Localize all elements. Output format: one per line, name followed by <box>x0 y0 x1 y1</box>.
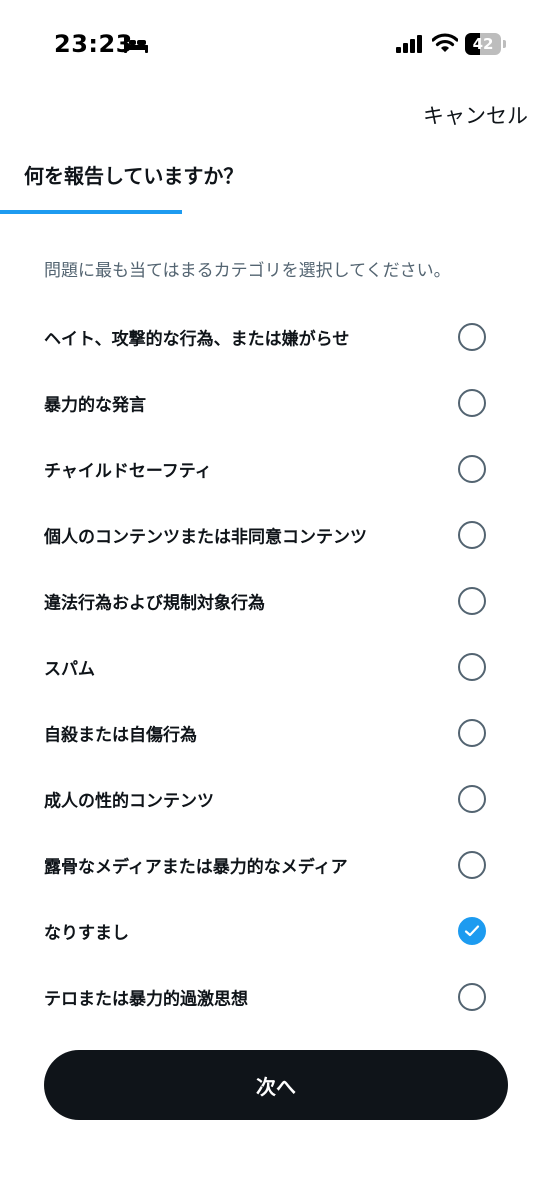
radio-button[interactable] <box>458 785 486 813</box>
progress-bar <box>0 210 552 214</box>
radio-button[interactable] <box>458 719 486 747</box>
option-violent-extremism[interactable]: テロまたは暴力的過激思想 <box>0 964 552 1030</box>
option-label: ヘイト、攻撃的な行為、または嫌がらせ <box>44 329 350 350</box>
radio-button[interactable] <box>458 917 486 945</box>
option-label: 成人の性的コンテンツ <box>44 791 214 812</box>
option-violent-speech[interactable]: 暴力的な発言 <box>0 370 552 436</box>
category-options: ヘイト、攻撃的な行為、または嫌がらせ 暴力的な発言 チャイルドセーフティ 個人の… <box>0 304 552 1030</box>
option-label: 自殺または自傷行為 <box>44 725 197 746</box>
option-label: テロまたは暴力的過激思想 <box>44 989 248 1010</box>
cancel-button[interactable]: キャンセル <box>423 100 528 130</box>
radio-button[interactable] <box>458 389 486 417</box>
radio-button[interactable] <box>458 521 486 549</box>
option-label: スパム <box>44 659 95 680</box>
option-label: チャイルドセーフティ <box>44 461 212 482</box>
option-illegal-activity[interactable]: 違法行為および規制対象行為 <box>0 568 552 634</box>
radio-button[interactable] <box>458 323 486 351</box>
option-spam[interactable]: スパム <box>0 634 552 700</box>
option-label: なりすまし <box>44 923 129 944</box>
battery-body: 42 <box>465 33 501 55</box>
option-label: 露骨なメディアまたは暴力的なメディア <box>44 857 348 878</box>
cellular-signal-icon <box>396 35 422 53</box>
status-time: 23:23 <box>54 30 133 58</box>
instruction-text: 問題に最も当てはまるカテゴリを選択してください。 <box>44 261 451 281</box>
battery-cap <box>503 40 506 48</box>
option-label: 暴力的な発言 <box>44 395 146 416</box>
option-hateful-conduct[interactable]: ヘイト、攻撃的な行為、または嫌がらせ <box>0 304 552 370</box>
progress-fill <box>0 210 183 214</box>
radio-button[interactable] <box>458 851 486 879</box>
next-button[interactable]: 次へ <box>44 1050 508 1120</box>
wifi-icon <box>432 33 458 52</box>
radio-button[interactable] <box>458 983 486 1011</box>
option-private-content[interactable]: 個人のコンテンツまたは非同意コンテンツ <box>0 502 552 568</box>
page-title: 何を報告していますか？ <box>24 164 244 188</box>
option-self-harm[interactable]: 自殺または自傷行為 <box>0 700 552 766</box>
battery-icon: 42 <box>465 33 507 55</box>
radio-button[interactable] <box>458 587 486 615</box>
bed-icon <box>124 37 148 53</box>
option-adult-content[interactable]: 成人の性的コンテンツ <box>0 766 552 832</box>
radio-button[interactable] <box>458 455 486 483</box>
battery-level: 42 <box>472 35 494 53</box>
option-impersonation[interactable]: なりすまし <box>0 898 552 964</box>
checkmark-icon <box>464 925 480 937</box>
status-bar: 23:23 42 <box>0 0 552 90</box>
option-label: 違法行為および規制対象行為 <box>44 593 265 614</box>
radio-button[interactable] <box>458 653 486 681</box>
option-child-safety[interactable]: チャイルドセーフティ <box>0 436 552 502</box>
option-graphic-media[interactable]: 露骨なメディアまたは暴力的なメディア <box>0 832 552 898</box>
option-label: 個人のコンテンツまたは非同意コンテンツ <box>44 527 367 548</box>
